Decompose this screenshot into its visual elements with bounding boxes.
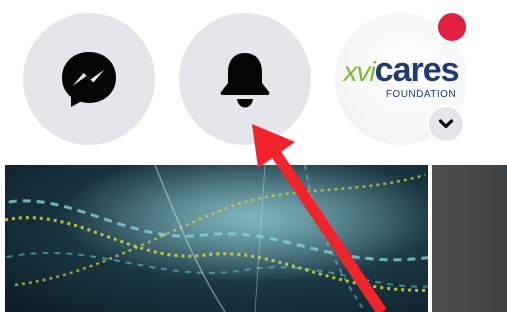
- chevron-down-icon: [438, 119, 454, 129]
- account-menu-button[interactable]: [427, 105, 465, 143]
- profile-account-button[interactable]: xvicares FOUNDATION: [335, 13, 467, 145]
- bell-icon: [220, 53, 270, 108]
- feed-content-area: [0, 160, 507, 312]
- messenger-icon: [62, 52, 116, 107]
- logo-text-left: xvi: [343, 56, 375, 87]
- top-navigation-bar: xvicares FOUNDATION: [0, 0, 507, 160]
- cover-image[interactable]: [5, 165, 428, 312]
- logo-subtitle: FOUNDATION: [385, 89, 457, 100]
- logo-text-right: cares: [374, 51, 460, 89]
- unread-notification-dot: [438, 13, 466, 41]
- abstract-light-streaks-graphic: [5, 165, 428, 312]
- foundation-logo: xvicares FOUNDATION: [335, 53, 467, 101]
- side-panel: [432, 165, 507, 312]
- messenger-button[interactable]: [23, 13, 155, 145]
- notifications-button[interactable]: [179, 13, 311, 145]
